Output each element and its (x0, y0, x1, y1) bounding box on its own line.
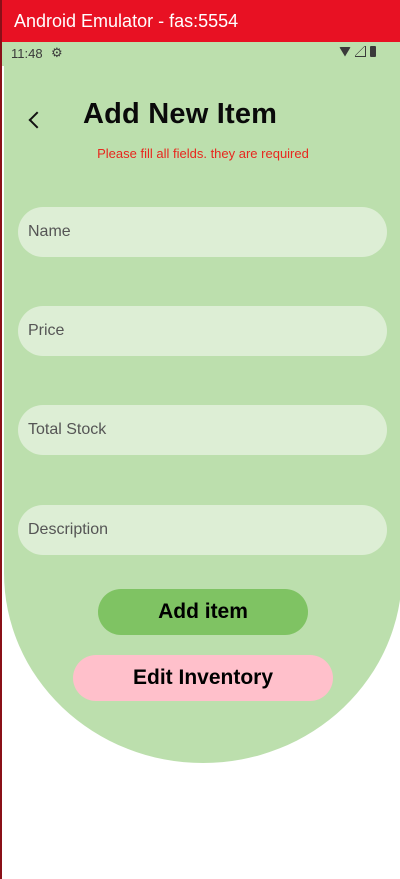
name-input[interactable] (18, 207, 387, 257)
signal-icon (355, 46, 366, 57)
page-title: Add New Item (83, 98, 278, 130)
android-status-bar: 11:48 ⚙ (2, 42, 400, 66)
emulator-window: Android Emulator - fas:5554 11:48 ⚙ Add … (0, 0, 400, 879)
edit-inventory-button[interactable]: Edit Inventory (73, 655, 333, 701)
status-icons (339, 46, 376, 57)
back-button[interactable] (18, 106, 50, 134)
window-title-bar: Android Emulator - fas:5554 (2, 0, 400, 42)
status-time: 11:48 (11, 46, 43, 61)
chevron-left-icon (28, 111, 46, 129)
total-stock-input[interactable] (18, 405, 387, 455)
gear-icon: ⚙ (51, 45, 63, 60)
battery-icon (370, 46, 376, 57)
wifi-icon (339, 46, 351, 57)
description-input[interactable] (18, 505, 387, 555)
price-input[interactable] (18, 306, 387, 356)
required-hint: Please fill all fields. they are require… (97, 146, 309, 161)
add-item-button[interactable]: Add item (98, 589, 308, 635)
form-card: Add New Item Please fill all fields. the… (4, 66, 400, 763)
window-title: Android Emulator - fas:5554 (14, 11, 239, 31)
